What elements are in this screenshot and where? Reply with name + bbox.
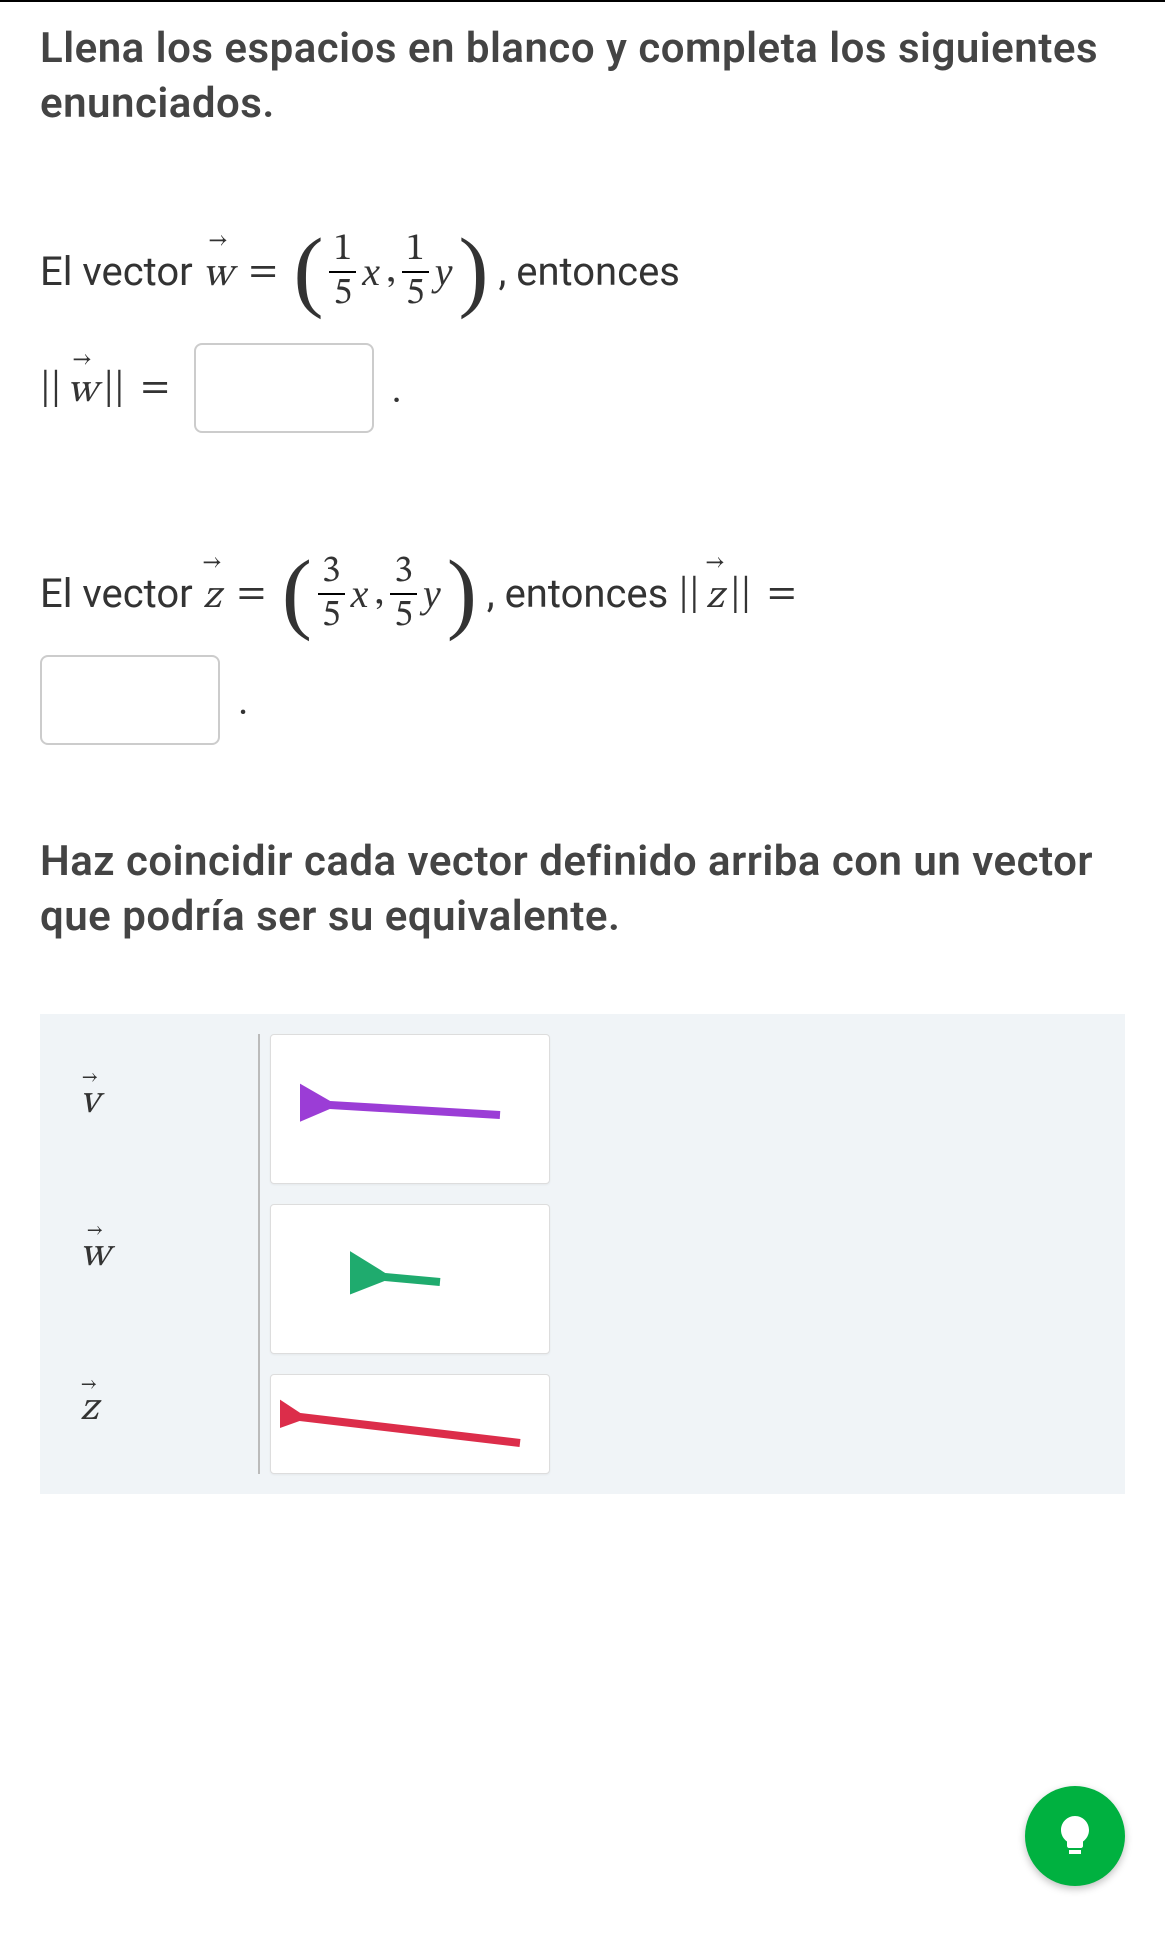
text-entonces: , entonces [498, 240, 679, 304]
hint-button[interactable] [1025, 1786, 1125, 1886]
problem-z-definition: El vector z = ( 3 5 x , 3 5 y ) , entonc… [40, 553, 1125, 635]
arrow-purple-icon [300, 1079, 520, 1139]
comma: , [374, 562, 384, 626]
instruction-1: Llena los espacios en blanco y completa … [40, 22, 1125, 131]
arrow-red-icon [280, 1395, 540, 1465]
arrow-card-red[interactable] [270, 1374, 550, 1474]
input-norm-z[interactable] [40, 655, 220, 745]
period: . [238, 677, 249, 724]
right-paren: ) [458, 239, 488, 302]
text-entonces-z: , entonces [487, 562, 668, 626]
label-z: z [60, 1382, 218, 1434]
problem-w-definition: El vector w = ( 1 5 x , 1 5 y ) , entonc… [40, 231, 1125, 313]
norm-w-line: || w || = . [40, 343, 1125, 433]
arrow-card-purple[interactable] [270, 1034, 550, 1184]
right-paren: ) [447, 561, 477, 624]
fraction-1-5-b: 1 5 [402, 231, 429, 313]
input-norm-w[interactable] [194, 343, 374, 433]
equals-sign: = [237, 562, 266, 626]
instruction-2: Haz coincidir cada vector definido arrib… [40, 835, 1125, 944]
fraction-1-5-a: 1 5 [329, 231, 356, 313]
norm-z-expression: || z || = [678, 559, 806, 629]
norm-z-line: . [40, 655, 1125, 745]
arrow-green-icon [350, 1249, 470, 1309]
var-x: x [351, 562, 369, 626]
matching-area: v w z [40, 1014, 1125, 1494]
left-paren: ( [282, 561, 312, 624]
text-el-vector-z: El vector [40, 562, 193, 626]
period: . [392, 365, 403, 412]
left-paren: ( [294, 239, 324, 302]
fraction-3-5-b: 3 5 [390, 553, 417, 635]
arrows-column [260, 1034, 1105, 1474]
label-w: w [60, 1228, 218, 1280]
vector-w-symbol: w [203, 237, 233, 307]
var-y: y [435, 240, 453, 304]
text-el-vector: El vector [40, 240, 193, 304]
equals-sign: = [249, 240, 278, 304]
labels-column: v w z [60, 1034, 260, 1474]
var-y: y [423, 562, 441, 626]
vector-z-symbol: z [203, 559, 221, 629]
arrow-card-green[interactable] [270, 1204, 550, 1354]
lightbulb-icon [1051, 1812, 1099, 1860]
var-x: x [362, 240, 380, 304]
comma: , [386, 240, 396, 304]
label-v: v [60, 1075, 218, 1127]
norm-w-expression: || w || = [40, 360, 180, 416]
fraction-3-5-a: 3 5 [318, 553, 345, 635]
